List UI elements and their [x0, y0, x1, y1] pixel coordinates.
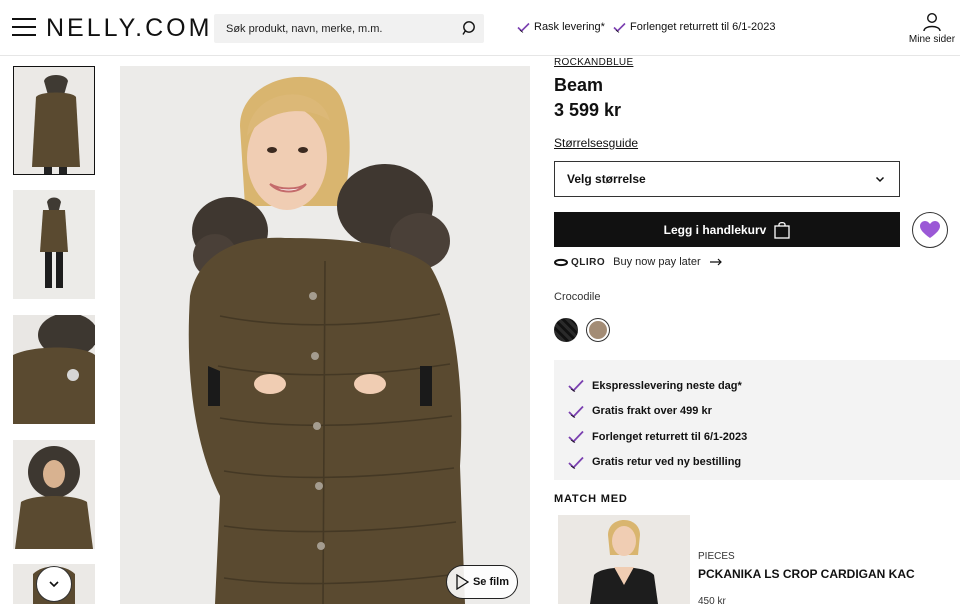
arrow-right-icon: [709, 258, 722, 266]
thumbnail-image: [14, 67, 94, 174]
match-product-price: 450 kr: [698, 596, 726, 604]
match-product-image[interactable]: [558, 515, 690, 604]
color-name: Crocodile: [554, 291, 601, 303]
site-header: NELLY.COM Rask levering* Forlenget retur…: [0, 0, 960, 56]
header-usp-return: Forlenget returrett til 6/1-2023: [613, 21, 776, 33]
size-select[interactable]: Velg størrelse: [554, 161, 900, 197]
color-swatch-black[interactable]: [554, 318, 578, 342]
product-photo: [120, 66, 530, 604]
qliro-text: Buy now pay later: [613, 256, 701, 268]
user-icon: [923, 12, 941, 32]
usp-text: Ekspresslevering neste dag*: [592, 379, 742, 392]
thumbnail-image: [13, 315, 95, 424]
match-heading: MATCH MED: [554, 493, 628, 505]
main-product-image[interactable]: [120, 66, 530, 604]
usp-row: Ekspresslevering neste dag*: [568, 373, 946, 399]
usp-text: Gratis frakt over 499 kr: [592, 405, 712, 418]
hamburger-icon[interactable]: [12, 18, 36, 38]
search-input[interactable]: [214, 14, 444, 43]
check-icon: [517, 22, 530, 33]
add-to-cart-label: Legg i handlekurv: [663, 222, 767, 237]
watch-film-button[interactable]: Se film: [446, 565, 518, 599]
match-product-name[interactable]: PCKANIKA LS CROP CARDIGAN KAC: [698, 567, 915, 581]
product-title: Beam: [554, 75, 604, 95]
search-bar[interactable]: [214, 14, 484, 43]
qliro-mark-icon: [554, 258, 568, 266]
usp-text: Gratis retur ved ny bestilling: [592, 456, 742, 469]
thumbnail-4[interactable]: [13, 440, 95, 549]
color-swatch-fill: [589, 321, 607, 339]
check-icon: [613, 22, 626, 33]
chevron-down-icon: [49, 581, 59, 588]
match-product-photo: [558, 515, 690, 604]
qliro-logo-text: QLIRO: [571, 256, 606, 268]
qliro-logo: QLIRO: [554, 257, 605, 268]
search-icon[interactable]: [462, 20, 478, 36]
chevron-down-icon: [875, 176, 885, 182]
site-logo[interactable]: NELLY.COM: [46, 14, 212, 43]
account-link[interactable]: Mine sider: [906, 12, 958, 45]
check-icon: [568, 380, 584, 393]
bag-icon: [774, 221, 790, 239]
size-guide-link[interactable]: Størrelsesguide: [554, 136, 638, 150]
thumbnails-scroll-down-button[interactable]: [36, 566, 72, 602]
size-select-label: Velg størrelse: [567, 172, 646, 186]
thumbnail-2[interactable]: [13, 190, 95, 299]
header-usp-text: Rask levering*: [534, 21, 605, 33]
usp-row: Forlenget returrett til 6/1-2023: [568, 424, 946, 450]
thumbnail-image: [13, 190, 95, 299]
thumbnail-3[interactable]: [13, 315, 95, 424]
header-usp-delivery: Rask levering*: [517, 21, 605, 33]
usp-text: Forlenget returrett til 6/1-2023: [592, 430, 748, 443]
match-product-brand: PIECES: [698, 551, 735, 562]
color-swatch-crocodile-selected[interactable]: [586, 318, 610, 342]
header-usp-text: Forlenget returrett til 6/1-2023: [630, 21, 776, 33]
play-icon: [456, 574, 469, 590]
product-brand-link[interactable]: ROCKANDBLUE: [554, 57, 633, 68]
watch-film-label: Se film: [472, 576, 510, 588]
usp-row: Gratis frakt over 499 kr: [568, 399, 946, 425]
usp-row: Gratis retur ved ny bestilling: [568, 450, 946, 476]
usp-box: Ekspresslevering neste dag* Gratis frakt…: [554, 360, 960, 480]
thumbnail-image: [13, 440, 95, 549]
account-label: Mine sider: [908, 34, 956, 45]
check-icon: [568, 431, 584, 444]
thumbnail-1[interactable]: [13, 66, 95, 175]
qliro-payment-info[interactable]: QLIRO Buy now pay later: [554, 256, 723, 268]
check-icon: [568, 456, 584, 469]
add-to-cart-button[interactable]: Legg i handlekurv: [554, 212, 900, 247]
heart-icon: [920, 221, 940, 238]
wishlist-button[interactable]: [912, 212, 948, 248]
check-icon: [568, 405, 584, 418]
product-price: 3 599 kr: [554, 100, 622, 120]
